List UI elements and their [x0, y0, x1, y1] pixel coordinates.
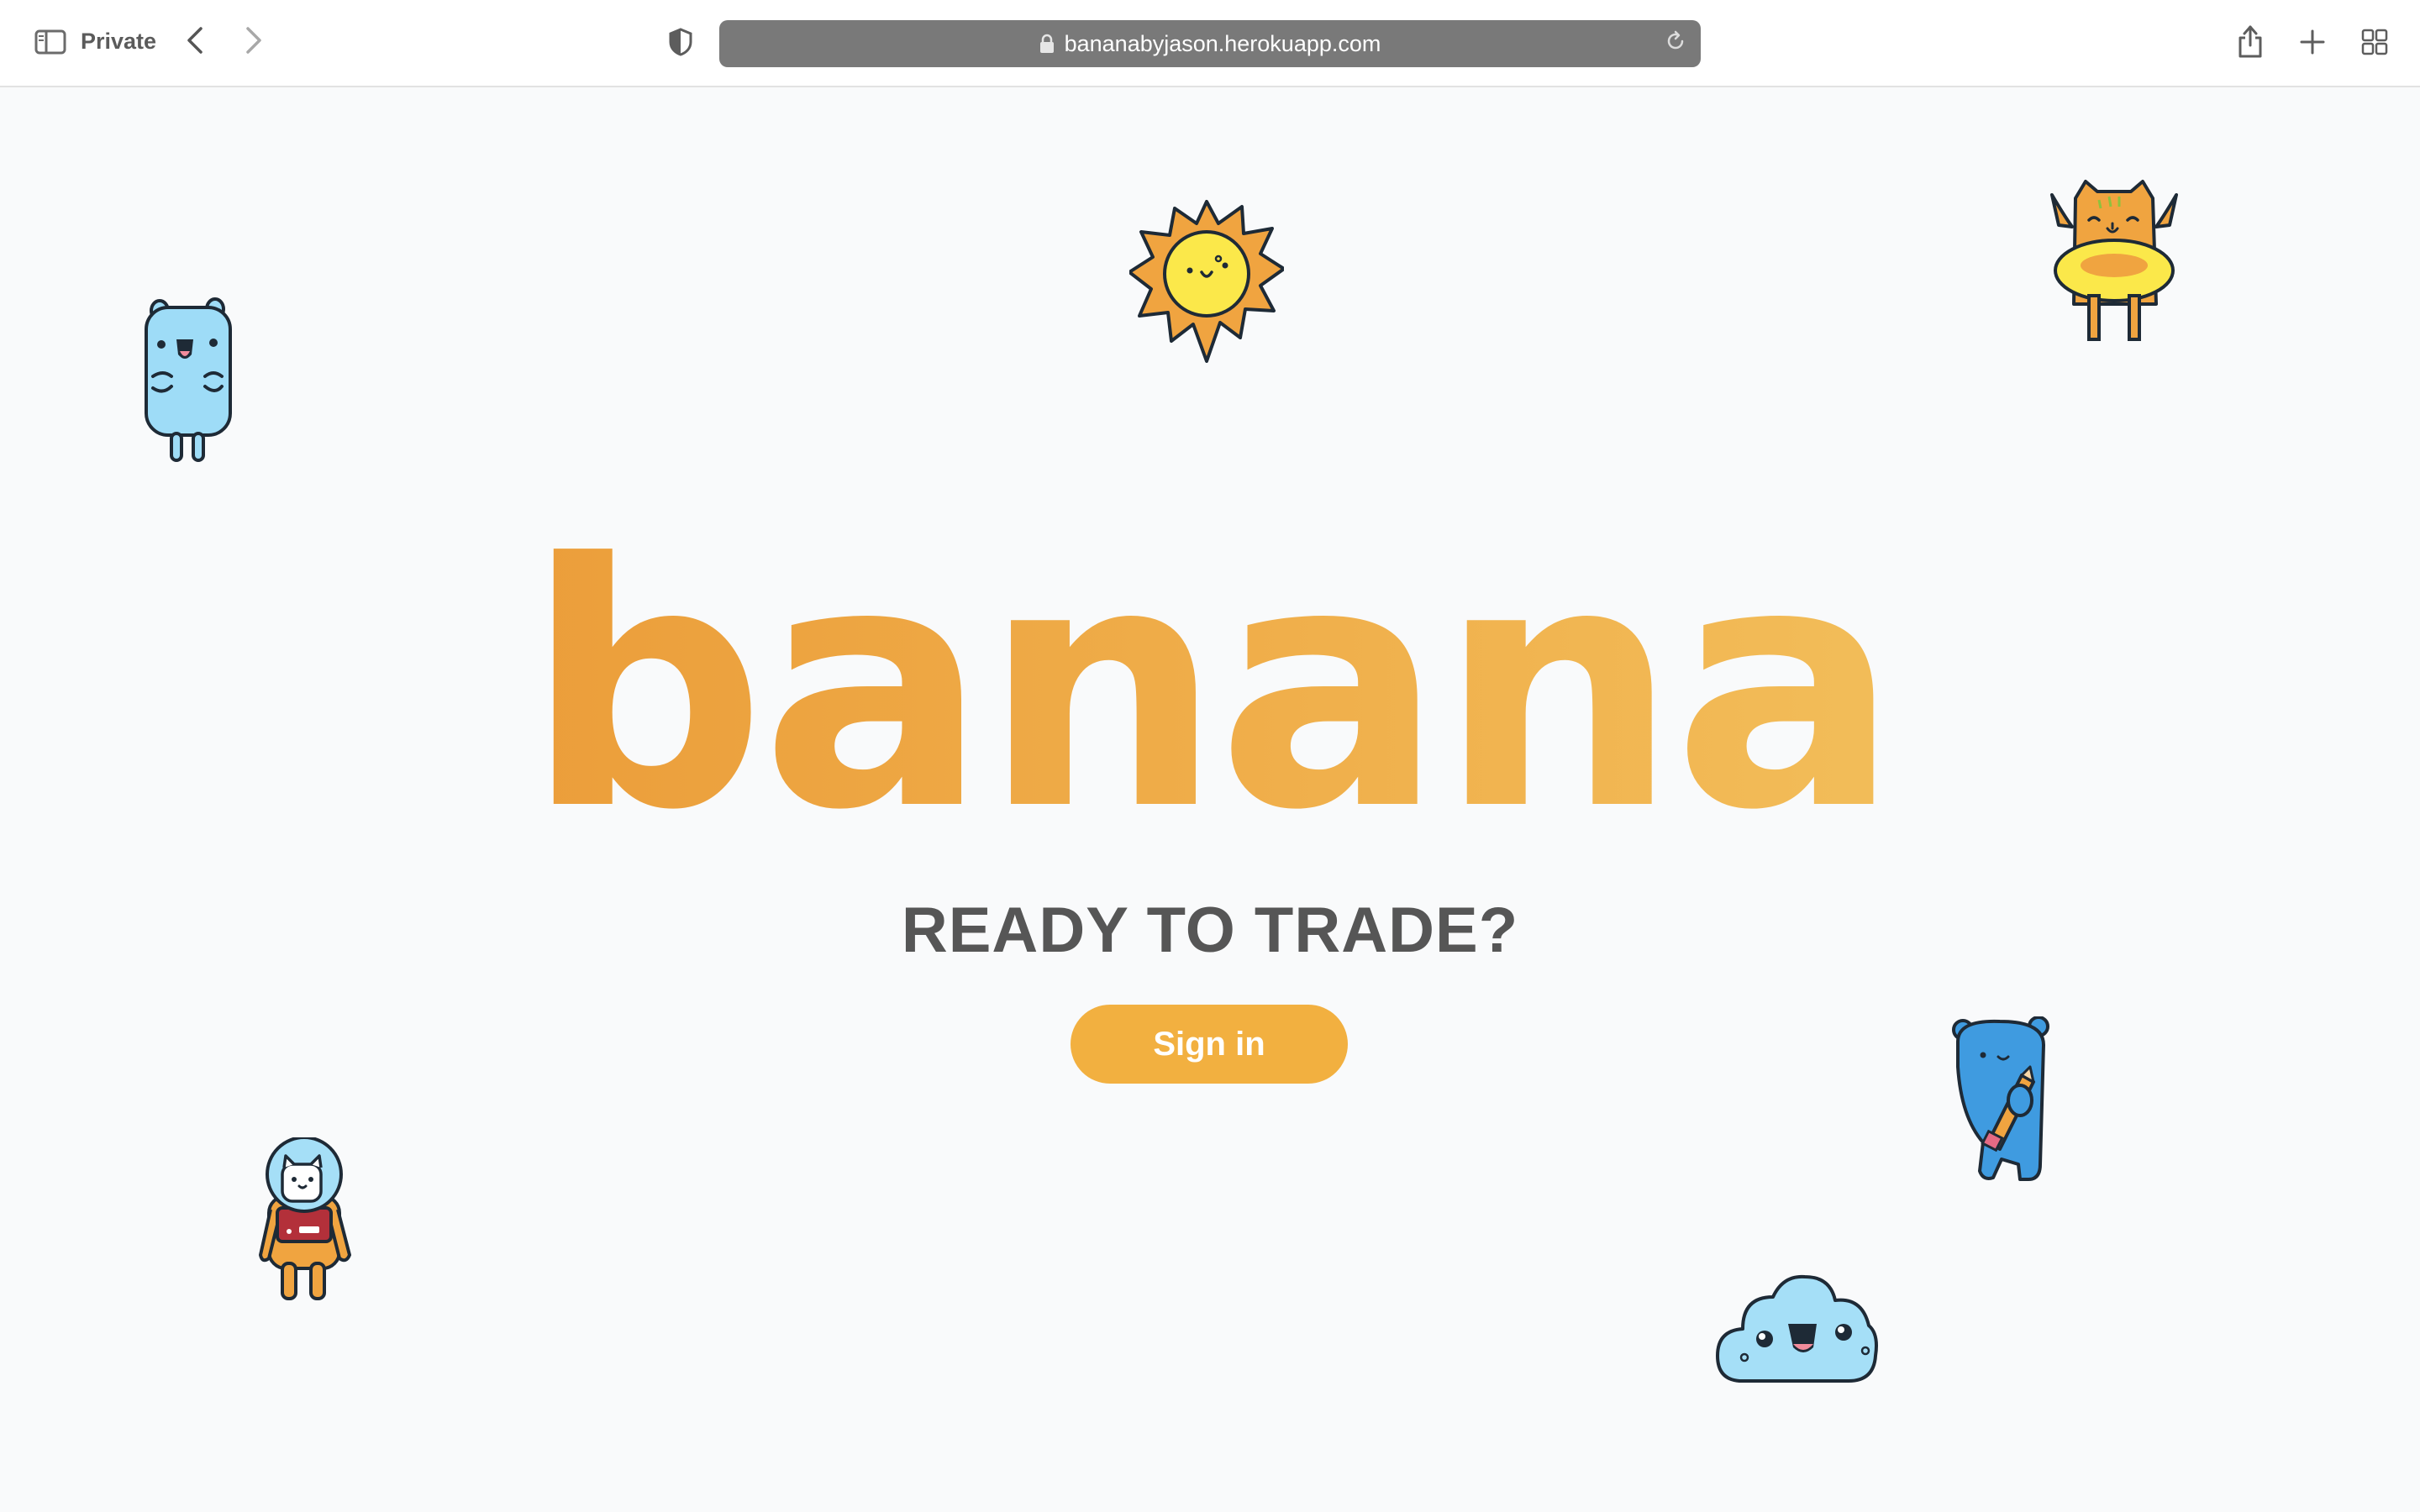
blue-monster-illustration	[145, 297, 232, 462]
share-icon	[2237, 24, 2264, 63]
tab-overview-button[interactable]	[2356, 25, 2393, 62]
privacy-report-button[interactable]	[664, 25, 697, 62]
chevron-left-icon	[186, 26, 204, 59]
cloud-illustration	[1716, 1274, 1878, 1383]
tagline-heading: READY TO TRADE?	[901, 895, 1519, 966]
sun-illustration	[1129, 200, 1284, 363]
back-button[interactable]	[178, 24, 212, 60]
banana-logo: banana	[0, 521, 2420, 857]
sidebar-toggle-button[interactable]	[32, 25, 69, 62]
cat-with-float-illustration	[2050, 180, 2178, 341]
grid-icon	[2361, 29, 2388, 60]
reload-button[interactable]	[1662, 30, 1689, 57]
plus-icon	[2300, 29, 2325, 59]
astronaut-cat-illustration	[259, 1137, 351, 1300]
private-mode-label: Private	[81, 29, 157, 54]
shield-icon	[668, 27, 693, 60]
sidebar-icon	[34, 29, 66, 59]
address-bar[interactable]: bananabyjason.herokuapp.com	[719, 20, 1701, 67]
browser-toolbar: Private bananabyjason.herokuapp.com	[0, 0, 2420, 87]
forward-button[interactable]	[237, 24, 271, 60]
new-tab-button[interactable]	[2294, 25, 2331, 62]
lock-icon	[1039, 34, 1055, 54]
share-button[interactable]	[2232, 22, 2269, 64]
chevron-right-icon	[245, 26, 263, 59]
blue-bear-with-pencil-illustration	[1952, 1016, 2049, 1181]
sign-in-button[interactable]: Sign in	[1071, 1005, 1348, 1084]
reload-icon	[1665, 30, 1686, 58]
url-text: bananabyjason.herokuapp.com	[1064, 30, 1381, 56]
